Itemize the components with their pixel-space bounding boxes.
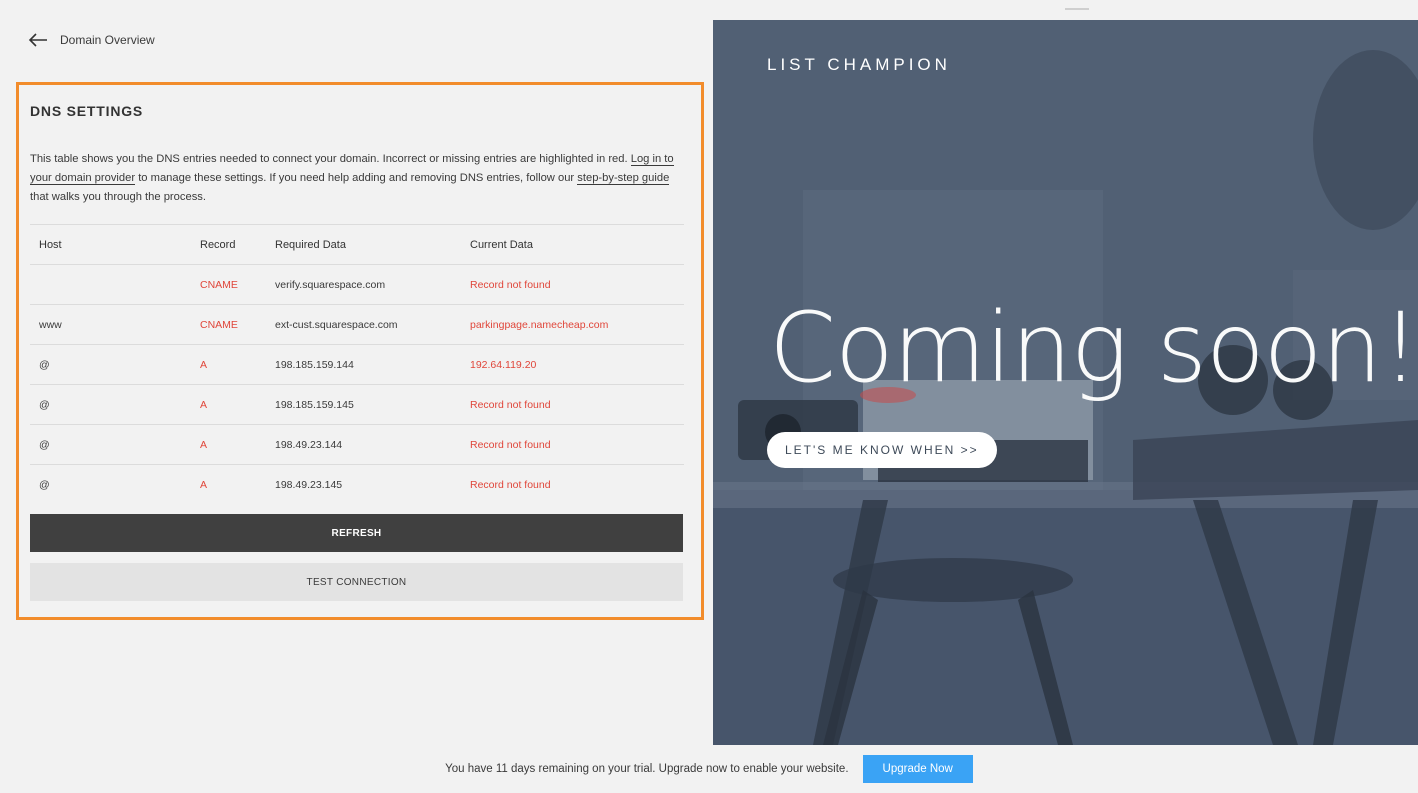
col-required-data: Required Data — [266, 224, 461, 265]
step-by-step-guide-link[interactable]: step-by-step guide — [577, 172, 670, 185]
cell-record: CNAME — [191, 304, 266, 345]
col-record: Record — [191, 224, 266, 265]
cell-current: parkingpage.namecheap.com — [461, 304, 684, 345]
table-row: www CNAME ext-cust.squarespace.com parki… — [30, 304, 684, 345]
desc-text-3: that walks you through the process. — [30, 191, 206, 203]
desc-text-2: to manage these settings. If you need he… — [135, 172, 578, 184]
table-row: @ A 198.49.23.145 Record not found — [30, 464, 684, 504]
cell-host: @ — [30, 384, 191, 425]
cell-current: 192.64.119.20 — [461, 344, 684, 385]
cell-record: A — [191, 424, 266, 465]
table-row: @ A 198.185.159.145 Record not found — [30, 384, 684, 425]
cell-host: www — [30, 304, 191, 345]
cell-required: 198.185.159.145 — [266, 384, 461, 425]
cell-host: @ — [30, 424, 191, 465]
cell-required: 198.49.23.144 — [266, 424, 461, 465]
cell-current: Record not found — [461, 384, 684, 425]
resize-handle[interactable] — [1065, 8, 1089, 10]
cell-required: ext-cust.squarespace.com — [266, 304, 461, 345]
dns-table: Host Record Required Data Current Data C… — [30, 224, 684, 504]
table-row: CNAME verify.squarespace.com Record not … — [30, 264, 684, 305]
desc-text-1: This table shows you the DNS entries nee… — [30, 153, 631, 165]
site-preview: LIST CHAMPION Coming soon! LET'S ME KNOW… — [713, 20, 1418, 745]
cell-record: A — [191, 384, 266, 425]
site-brand: LIST CHAMPION — [767, 55, 951, 74]
cell-record: A — [191, 344, 266, 385]
refresh-button[interactable]: REFRESH — [30, 514, 683, 552]
cell-current: Record not found — [461, 424, 684, 465]
dns-settings-panel: DNS SETTINGS This table shows you the DN… — [16, 82, 704, 620]
cell-host — [30, 264, 191, 305]
cell-required: 198.49.23.145 — [266, 464, 461, 504]
cell-record: A — [191, 464, 266, 504]
cell-current: Record not found — [461, 264, 684, 305]
arrow-left-icon — [28, 33, 47, 47]
back-to-domain-overview[interactable]: Domain Overview — [28, 30, 155, 50]
cell-required: 198.185.159.144 — [266, 344, 461, 385]
dns-settings-title: DNS SETTINGS — [30, 103, 144, 119]
trial-message: You have 11 days remaining on your trial… — [445, 763, 849, 775]
upgrade-now-button[interactable]: Upgrade Now — [862, 755, 973, 783]
col-host: Host — [30, 224, 191, 265]
cell-record: CNAME — [191, 264, 266, 305]
table-header-row: Host Record Required Data Current Data — [30, 224, 684, 265]
coming-soon-headline: Coming soon! — [769, 292, 1418, 404]
notify-me-button[interactable]: LET'S ME KNOW WHEN >> — [767, 432, 997, 468]
cell-required: verify.squarespace.com — [266, 264, 461, 305]
trial-banner: You have 11 days remaining on your trial… — [0, 755, 1418, 783]
test-connection-button[interactable]: TEST CONNECTION — [30, 563, 683, 601]
cell-current: Record not found — [461, 464, 684, 504]
table-row: @ A 198.185.159.144 192.64.119.20 — [30, 344, 684, 385]
cell-host: @ — [30, 464, 191, 504]
col-current-data: Current Data — [461, 224, 684, 265]
table-row: @ A 198.49.23.144 Record not found — [30, 424, 684, 465]
dns-description: This table shows you the DNS entries nee… — [30, 150, 682, 207]
back-label: Domain Overview — [60, 33, 155, 47]
cell-host: @ — [30, 344, 191, 385]
